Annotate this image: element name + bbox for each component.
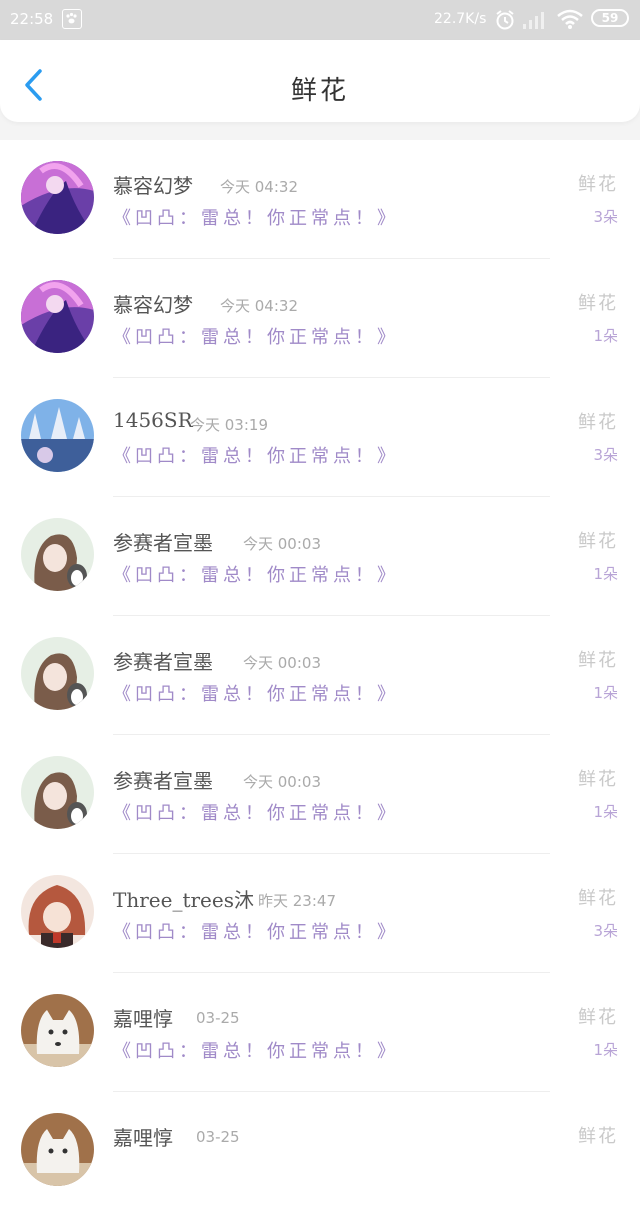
sender-name[interactable]: 慕容幻梦 [113, 170, 193, 199]
work-title[interactable]: 《凹凸：雷总！你正常点！》 [113, 323, 399, 349]
gift-type: 鲜花 [578, 650, 618, 671]
sent-time: 今天 00:03 [243, 535, 321, 553]
sent-time: 今天 04:32 [220, 297, 298, 315]
alarm-icon [494, 9, 516, 35]
sender-name[interactable]: 参赛者宣墨 [113, 765, 213, 794]
list-item[interactable]: 参赛者宣墨 今天 00:03 《凹凸：雷总！你正常点！》 鲜花 1朵 [0, 735, 640, 854]
avatar[interactable] [21, 875, 94, 948]
work-title[interactable]: 《凹凸：雷总！你正常点！》 [113, 561, 399, 587]
list-item[interactable]: Three_trees沐 昨天 23:47 《凹凸：雷总！你正常点！》 鲜花 3… [0, 854, 640, 973]
header-area: 鲜花 [0, 40, 640, 140]
avatar[interactable] [21, 756, 94, 829]
avatar[interactable] [21, 399, 94, 472]
list-item[interactable]: 慕容幻梦 今天 04:32 《凹凸：雷总！你正常点！》 鲜花 3朵 [0, 140, 640, 259]
sent-time: 今天 04:32 [220, 178, 298, 196]
gift-count: 3朵 [593, 446, 618, 464]
sent-time: 今天 03:19 [190, 416, 268, 434]
gift-type: 鲜花 [578, 888, 618, 909]
gift-count: 1朵 [593, 327, 618, 345]
network-speed: 22.7K/s [434, 11, 487, 27]
gift-type: 鲜花 [578, 1007, 618, 1028]
avatar[interactable] [21, 1113, 94, 1186]
gift-count: 1朵 [593, 1041, 618, 1059]
signal-icon [522, 10, 546, 34]
avatar[interactable] [21, 280, 94, 353]
nav-bar: 鲜花 [0, 40, 640, 122]
gift-count: 3朵 [593, 922, 618, 940]
work-title[interactable]: 《凹凸：雷总！你正常点！》 [113, 918, 399, 944]
avatar[interactable] [21, 994, 94, 1067]
gift-type: 鲜花 [578, 412, 618, 433]
sender-name[interactable]: 参赛者宣墨 [113, 527, 213, 556]
avatar[interactable] [21, 637, 94, 710]
sent-time: 今天 00:03 [243, 654, 321, 672]
work-title[interactable]: 《凹凸：雷总！你正常点！》 [113, 1037, 399, 1063]
status-bar: 22:58 22.7K/s 59 [0, 0, 640, 40]
gift-type: 鲜花 [578, 531, 618, 552]
list-item[interactable]: 慕容幻梦 今天 04:32 《凹凸：雷总！你正常点！》 鲜花 1朵 [0, 259, 640, 378]
avatar[interactable] [21, 161, 94, 234]
gift-count: 3朵 [593, 208, 618, 226]
list-item[interactable]: 1456SR 今天 03:19 《凹凸：雷总！你正常点！》 鲜花 3朵 [0, 378, 640, 497]
sent-time: 03-25 [196, 1128, 240, 1146]
gift-count: 1朵 [593, 565, 618, 583]
status-time: 22:58 [10, 10, 54, 28]
gift-type: 鲜花 [578, 769, 618, 790]
list-item[interactable]: 嘉哩惇 03-25 鲜花 [0, 1092, 640, 1211]
list-item[interactable]: 参赛者宣墨 今天 00:03 《凹凸：雷总！你正常点！》 鲜花 1朵 [0, 497, 640, 616]
work-title[interactable]: 《凹凸：雷总！你正常点！》 [113, 799, 399, 825]
gift-type: 鲜花 [578, 293, 618, 314]
sender-name[interactable]: 1456SR [113, 408, 193, 432]
wifi-icon [556, 8, 584, 34]
sent-time: 昨天 23:47 [258, 892, 336, 910]
gift-type: 鲜花 [578, 174, 618, 195]
work-title[interactable]: 《凹凸：雷总！你正常点！》 [113, 680, 399, 706]
sender-name[interactable]: 嘉哩惇 [113, 1122, 173, 1151]
gift-count: 1朵 [593, 684, 618, 702]
sender-name[interactable]: 嘉哩惇 [113, 1003, 173, 1032]
sent-time: 今天 00:03 [243, 773, 321, 791]
battery-indicator: 59 [591, 9, 629, 27]
paw-app-icon [62, 9, 82, 29]
sent-time: 03-25 [196, 1009, 240, 1027]
avatar[interactable] [21, 518, 94, 591]
work-title[interactable]: 《凹凸：雷总！你正常点！》 [113, 442, 399, 468]
gift-type: 鲜花 [578, 1126, 618, 1147]
sender-name[interactable]: Three_trees沐 [113, 884, 254, 913]
page-title: 鲜花 [290, 76, 349, 106]
work-title[interactable]: 《凹凸：雷总！你正常点！》 [113, 204, 399, 230]
sender-name[interactable]: 参赛者宣墨 [113, 646, 213, 675]
list-item[interactable]: 嘉哩惇 03-25 《凹凸：雷总！你正常点！》 鲜花 1朵 [0, 973, 640, 1092]
gift-count: 1朵 [593, 803, 618, 821]
sender-name[interactable]: 慕容幻梦 [113, 289, 193, 318]
list-item[interactable]: 参赛者宣墨 今天 00:03 《凹凸：雷总！你正常点！》 鲜花 1朵 [0, 616, 640, 735]
